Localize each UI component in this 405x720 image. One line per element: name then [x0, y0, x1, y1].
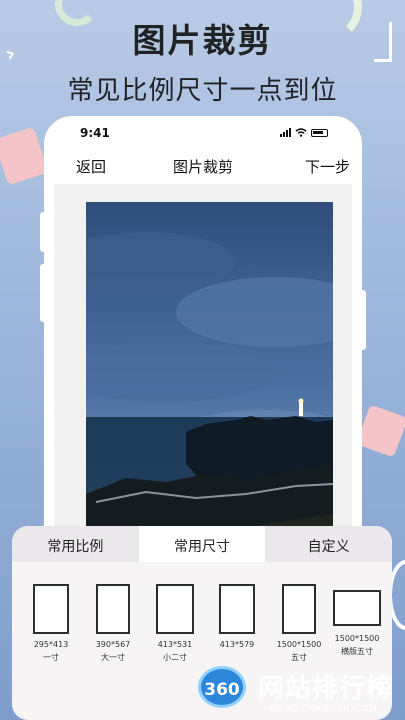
size-dimensions: 413*531	[157, 640, 193, 649]
size-option-1-inch[interactable]: 295*413 一寸	[20, 584, 82, 663]
size-frame	[156, 584, 194, 634]
size-option-landscape-5-inch[interactable]: 1500*1500 横版五寸	[326, 584, 388, 657]
size-frame	[96, 584, 130, 634]
next-step-button[interactable]: 下一步	[305, 156, 350, 177]
watermark-url: -WANGZHAN360.COM	[264, 704, 379, 714]
size-option-large-1-inch[interactable]: 390*567 大一寸	[82, 584, 144, 663]
signal-icon	[280, 128, 291, 137]
status-bar: 9:41	[54, 122, 352, 146]
watermark-text: 网站排行榜	[258, 674, 394, 704]
nav-bar: 返回 图片裁剪 下一步	[54, 146, 352, 184]
tab-custom[interactable]: 自定义	[265, 526, 392, 562]
status-time: 9:41	[80, 126, 110, 140]
dice-icon	[356, 404, 405, 458]
size-option-5-inch[interactable]: 1500*1500 五寸	[268, 584, 330, 663]
size-dimensions: 1500*1500	[334, 634, 380, 643]
size-option-413x579[interactable]: 413*579	[206, 584, 268, 652]
tab-common-size[interactable]: 常用尺寸	[138, 526, 266, 562]
size-name: 一寸	[43, 653, 59, 662]
site-watermark: 360 网站排行榜 -WANGZHAN360.COM	[192, 662, 405, 720]
size-frame	[282, 584, 316, 634]
size-dimensions: 390*567	[95, 640, 131, 649]
dice-icon	[0, 126, 49, 186]
size-frame	[333, 590, 381, 626]
status-icons	[280, 128, 328, 137]
size-frame	[33, 584, 69, 634]
size-name: 大一寸	[101, 653, 125, 662]
wifi-icon	[295, 128, 307, 137]
size-dimensions: 295*413	[33, 640, 69, 649]
size-name: 横版五寸	[341, 647, 373, 656]
size-frame	[219, 584, 255, 634]
tab-bar: 常用比例 常用尺寸 自定义	[12, 526, 392, 562]
size-dimensions: 1500*1500	[276, 640, 322, 649]
tab-common-ratio[interactable]: 常用比例	[12, 526, 139, 562]
promo-title: 图片裁剪	[132, 21, 273, 60]
size-dimensions: 413*579	[219, 640, 255, 649]
size-option-small-2-inch[interactable]: 413*531 小二寸	[144, 584, 206, 663]
watermark-logo: 360	[198, 666, 246, 708]
promo-subtitle: 常见比例尺寸一点到位	[67, 76, 338, 106]
battery-icon	[311, 129, 328, 137]
